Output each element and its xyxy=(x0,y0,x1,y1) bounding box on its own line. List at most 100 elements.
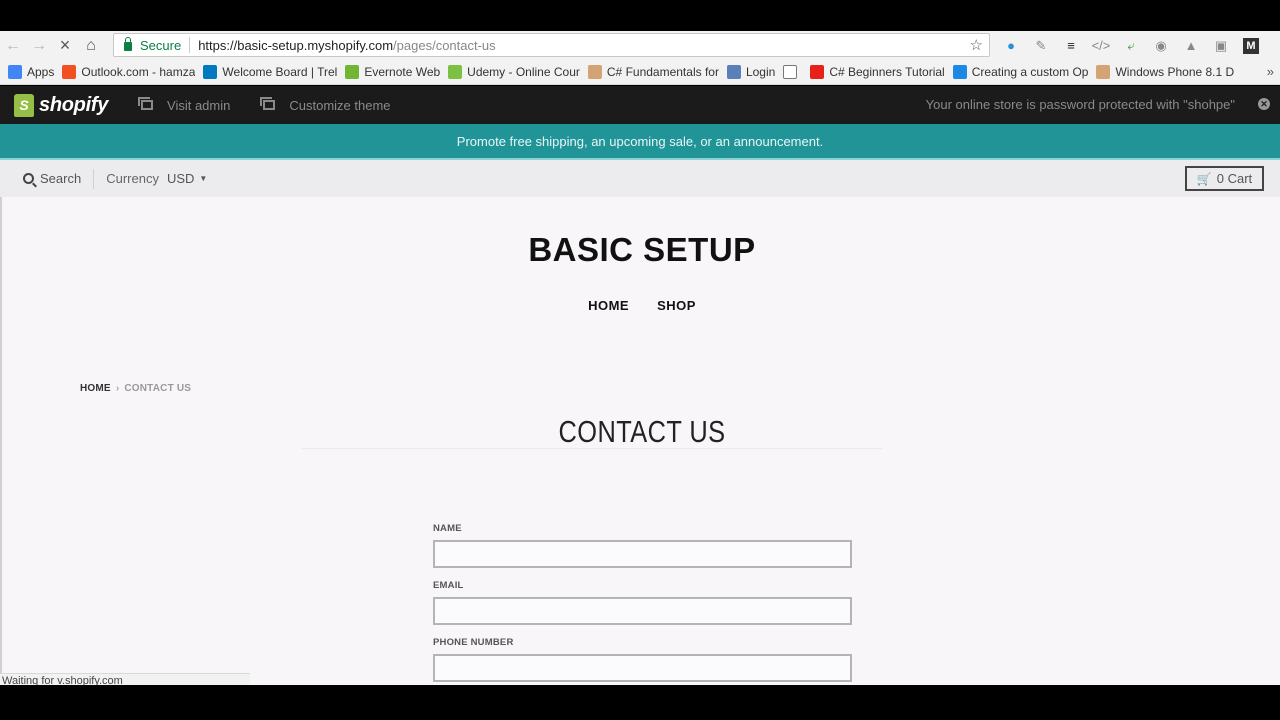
bookmarks-bar: Apps Outlook.com - hamza Welcome Board | T… xyxy=(0,60,1280,85)
bookmark-label: Creating a custom Op xyxy=(971,65,1089,79)
forward-button[interactable]: → xyxy=(26,33,52,59)
password-protected-note: Your online store is password protected … xyxy=(925,97,1235,112)
drive-extension-icon[interactable]: ▲ xyxy=(1176,38,1206,53)
store-title[interactable]: BASIC SETUP xyxy=(2,231,1280,269)
pen-extension-icon[interactable]: ✎ xyxy=(1026,38,1056,54)
phone-label: PHONE NUMBER xyxy=(433,637,514,648)
bookmark-star-icon[interactable]: ☆ xyxy=(970,36,983,54)
shopify-logo[interactable]: S shopify xyxy=(14,93,109,117)
name-label: NAME xyxy=(433,523,462,534)
bookmark-label: Welcome Board | Trel xyxy=(222,65,338,79)
m-extension-icon[interactable]: M xyxy=(1243,37,1259,54)
shopify-logo-text: shopify xyxy=(39,93,109,116)
extension-icons: ● ✎ ≡ </> ⤶ ◉ ▲ ▣ M xyxy=(996,31,1259,60)
announcement-bar: Promote free shipping, an upcoming sale,… xyxy=(0,124,1280,160)
udemy-icon xyxy=(448,65,463,79)
bookmark-item[interactable]: Evernote Web xyxy=(345,65,440,79)
breadcrumb-current: CONTACT US xyxy=(124,383,192,394)
bookmark-item[interactable]: C# Fundamentals for xyxy=(587,65,719,79)
search-link[interactable]: Search xyxy=(23,171,81,186)
windows-logo-icon xyxy=(62,65,77,79)
bookmark-item[interactable]: Outlook.com - hamza xyxy=(62,65,195,79)
search-icon xyxy=(23,173,34,184)
email-field[interactable] xyxy=(433,597,852,625)
name-field[interactable] xyxy=(433,540,852,568)
cart-label: 0 Cart xyxy=(1216,171,1253,186)
visit-admin-label: Visit admin xyxy=(167,97,231,113)
contact-form: NAME EMAIL PHONE NUMBER xyxy=(433,523,852,685)
address-bar[interactable]: Secure https://basic-setup.myshopify.com… xyxy=(113,33,990,57)
bookmark-item[interactable]: Apps xyxy=(8,65,54,79)
utility-bar: Search Currency USD ▼ 🛒 0 Cart xyxy=(0,160,1280,197)
window-icon xyxy=(138,97,154,110)
url-host: https://basic-setup.myshopify.com xyxy=(198,37,394,53)
lock-icon xyxy=(124,36,132,51)
letterbox-bottom xyxy=(0,685,1280,720)
stop-loading-button[interactable]: × xyxy=(52,33,78,59)
utility-divider xyxy=(93,168,95,189)
nav-home[interactable]: HOME xyxy=(588,298,629,313)
login-icon xyxy=(726,65,741,79)
currency-value: USD xyxy=(166,171,195,186)
cart-button[interactable]: 🛒 0 Cart xyxy=(1185,166,1264,191)
page-content: BASIC SETUP HOME SHOP HOME › CONTACT US CO… xyxy=(0,197,1280,685)
close-admin-bar-icon[interactable]: ✕ xyxy=(1258,98,1270,110)
chat-extension-icon[interactable]: ● xyxy=(996,38,1026,53)
shopify-admin-bar: S shopify Visit admin Customize theme Yo… xyxy=(0,86,1280,124)
bookmark-item[interactable]: Welcome Board | Trel xyxy=(203,65,337,79)
bookmark-label: C# Fundamentals for xyxy=(606,65,719,79)
page-title: CONTACT US xyxy=(558,414,726,449)
nav-shop[interactable]: SHOP xyxy=(657,298,696,313)
bookmark-item[interactable]: Windows Phone 8.1 D xyxy=(1096,65,1234,79)
bookmark-item[interactable]: C# Beginners Tutorial xyxy=(810,65,945,79)
green-arrow-extension-icon[interactable]: ⤶ xyxy=(1116,38,1146,54)
breadcrumb-home[interactable]: HOME xyxy=(80,383,111,394)
currency-label: Currency xyxy=(106,171,159,186)
buffer-extension-icon[interactable]: ≡ xyxy=(1056,38,1086,53)
blank-page-icon xyxy=(783,65,798,79)
customize-theme-link[interactable]: Customize theme xyxy=(260,97,391,113)
trello-icon xyxy=(203,65,218,79)
bookmark-label: Udemy - Online Cour xyxy=(467,65,580,79)
bookmark-item[interactable] xyxy=(783,65,802,79)
bookmark-label: C# Beginners Tutorial xyxy=(829,65,945,79)
breadcrumb: HOME › CONTACT US xyxy=(80,383,191,394)
bookmark-label: Outlook.com - hamza xyxy=(81,65,196,79)
shopping-bag-icon: S xyxy=(14,93,34,117)
url-path: /pages/contact-us xyxy=(393,37,496,53)
youtube-icon xyxy=(810,65,825,79)
bookmark-label: Evernote Web xyxy=(364,65,441,79)
bookmark-item[interactable]: Creating a custom Op xyxy=(952,65,1089,79)
heading-divider xyxy=(302,448,882,449)
back-button[interactable]: ← xyxy=(0,33,26,59)
visit-admin-link[interactable]: Visit admin xyxy=(138,97,231,113)
code-extension-icon[interactable]: </> xyxy=(1086,38,1116,53)
globe-extension-icon[interactable]: ◉ xyxy=(1146,38,1176,54)
currency-selector[interactable]: Currency USD ▼ xyxy=(106,171,207,186)
more-bookmarks-button[interactable]: » xyxy=(1267,64,1274,79)
cart-icon: 🛒 xyxy=(1196,171,1212,186)
secure-label: Secure xyxy=(140,37,182,53)
status-bubble: Waiting for v.shopify.com xyxy=(0,673,250,685)
pluralsight-icon xyxy=(587,65,602,79)
cart-bookmark-icon xyxy=(952,65,967,79)
customize-theme-label: Customize theme xyxy=(289,97,391,113)
bookmark-label: Windows Phone 8.1 D xyxy=(1115,65,1235,79)
caret-down-icon: ▼ xyxy=(199,174,208,183)
breadcrumb-separator: › xyxy=(115,383,120,394)
bookmark-label: Login xyxy=(745,65,776,79)
bookmark-item[interactable]: Login xyxy=(726,65,776,79)
phone-field[interactable] xyxy=(433,654,852,682)
bookmark-item[interactable]: Udemy - Online Cour xyxy=(448,65,580,79)
pluralsight-icon xyxy=(1096,65,1111,79)
browser-toolbar: ← → × ⌂ Secure https://basic-setup.mysho… xyxy=(0,31,1280,60)
apps-grid-icon xyxy=(8,65,22,79)
main-nav: HOME SHOP xyxy=(2,298,1280,313)
evernote-icon xyxy=(345,65,360,79)
home-button[interactable]: ⌂ xyxy=(78,33,104,59)
window-icon xyxy=(260,97,276,110)
address-separator xyxy=(189,37,191,53)
bookmark-label: Apps xyxy=(27,65,55,79)
search-label: Search xyxy=(40,171,82,186)
camera-extension-icon[interactable]: ▣ xyxy=(1206,38,1236,54)
